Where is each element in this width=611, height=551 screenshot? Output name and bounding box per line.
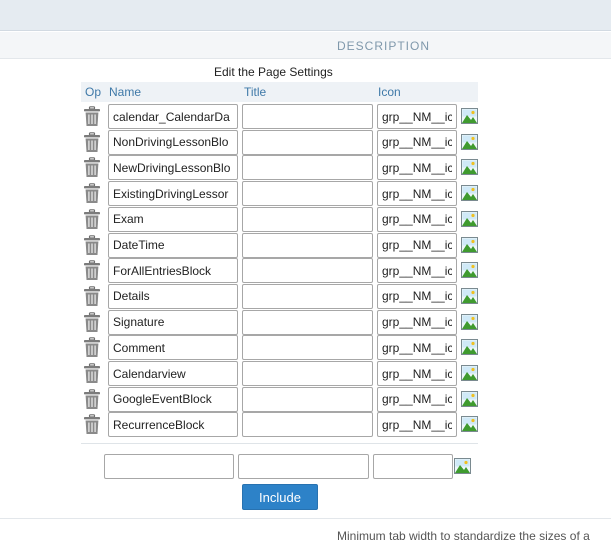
new-name-input[interactable]	[104, 454, 234, 479]
bottom-separator	[0, 518, 611, 519]
image-icon[interactable]	[461, 390, 478, 407]
name-input[interactable]	[108, 181, 238, 207]
description-bar: DESCRIPTION	[0, 32, 611, 59]
title-input[interactable]	[242, 155, 373, 181]
icon-input[interactable]	[377, 335, 457, 361]
trash-icon[interactable]	[83, 311, 101, 333]
title-input[interactable]	[242, 258, 373, 284]
table-row	[81, 335, 478, 361]
column-name-header: Name	[109, 85, 142, 99]
column-op-header: Op	[85, 85, 102, 99]
name-input[interactable]	[108, 412, 238, 438]
image-icon[interactable]	[461, 159, 478, 176]
title-input[interactable]	[242, 335, 373, 361]
panel-title: Edit the Page Settings	[214, 65, 333, 79]
column-icon-header: Icon	[378, 85, 401, 99]
title-input[interactable]	[242, 206, 373, 232]
image-icon[interactable]	[461, 133, 478, 150]
image-icon[interactable]	[454, 458, 471, 474]
table-row	[81, 309, 478, 336]
name-input[interactable]	[108, 258, 238, 284]
new-title-input[interactable]	[238, 454, 369, 479]
trash-icon[interactable]	[83, 337, 101, 358]
table-row	[81, 206, 478, 233]
name-input[interactable]	[108, 386, 238, 412]
table-row	[81, 104, 478, 130]
icon-input[interactable]	[377, 155, 457, 181]
trash-icon[interactable]	[83, 106, 101, 127]
trash-icon[interactable]	[83, 157, 101, 178]
grid-header: Op Name Title Icon	[81, 82, 478, 102]
image-icon[interactable]	[461, 262, 478, 279]
trash-icon[interactable]	[83, 363, 101, 384]
name-input[interactable]	[108, 232, 238, 258]
trash-icon[interactable]	[83, 260, 101, 281]
new-icon-input[interactable]	[373, 454, 453, 479]
trash-icon[interactable]	[83, 286, 101, 307]
title-input[interactable]	[242, 283, 373, 309]
trash-icon[interactable]	[83, 208, 101, 230]
trash-icon[interactable]	[83, 234, 101, 256]
table-row	[81, 129, 478, 156]
image-icon[interactable]	[461, 365, 478, 381]
name-input[interactable]	[108, 155, 238, 181]
min-tab-width-label: Minimum tab width to standardize the siz…	[337, 529, 590, 543]
column-title-header: Title	[244, 85, 267, 99]
icon-input[interactable]	[377, 232, 457, 258]
icon-input[interactable]	[377, 258, 457, 284]
name-input[interactable]	[108, 129, 238, 155]
icon-input[interactable]	[377, 283, 457, 309]
trash-icon[interactable]	[83, 414, 101, 435]
title-input[interactable]	[242, 386, 373, 412]
icon-input[interactable]	[377, 412, 457, 438]
separator	[81, 443, 478, 444]
icon-input[interactable]	[377, 104, 457, 129]
table-row	[81, 283, 478, 310]
image-icon[interactable]	[461, 313, 478, 330]
image-icon[interactable]	[461, 287, 478, 304]
title-input[interactable]	[242, 361, 373, 386]
name-input[interactable]	[108, 309, 238, 335]
title-input[interactable]	[242, 412, 373, 438]
table-row	[81, 232, 478, 259]
title-input[interactable]	[242, 232, 373, 258]
top-bar	[0, 0, 611, 31]
icon-input[interactable]	[377, 206, 457, 232]
name-input[interactable]	[108, 335, 238, 361]
name-input[interactable]	[108, 206, 238, 232]
trash-icon[interactable]	[83, 388, 101, 410]
include-button[interactable]: Include	[242, 484, 318, 510]
title-input[interactable]	[242, 181, 373, 207]
table-row	[81, 155, 478, 181]
icon-input[interactable]	[377, 361, 457, 386]
trash-icon[interactable]	[83, 131, 101, 153]
table-row	[81, 386, 478, 413]
image-icon[interactable]	[461, 185, 478, 202]
title-input[interactable]	[242, 104, 373, 129]
icon-input[interactable]	[377, 129, 457, 155]
icon-input[interactable]	[377, 309, 457, 335]
table-row	[81, 412, 478, 438]
title-input[interactable]	[242, 129, 373, 155]
title-input[interactable]	[242, 309, 373, 335]
description-label: DESCRIPTION	[337, 39, 431, 53]
image-icon[interactable]	[461, 236, 478, 253]
icon-input[interactable]	[377, 181, 457, 207]
image-icon[interactable]	[461, 210, 478, 227]
table-row	[81, 181, 478, 207]
table-row	[81, 258, 478, 284]
name-input[interactable]	[108, 361, 238, 386]
image-icon[interactable]	[461, 339, 478, 356]
icon-input[interactable]	[377, 386, 457, 412]
image-icon[interactable]	[461, 416, 478, 433]
table-row	[81, 361, 478, 387]
image-icon[interactable]	[461, 108, 478, 124]
name-input[interactable]	[108, 104, 238, 129]
name-input[interactable]	[108, 283, 238, 309]
trash-icon[interactable]	[83, 183, 101, 204]
